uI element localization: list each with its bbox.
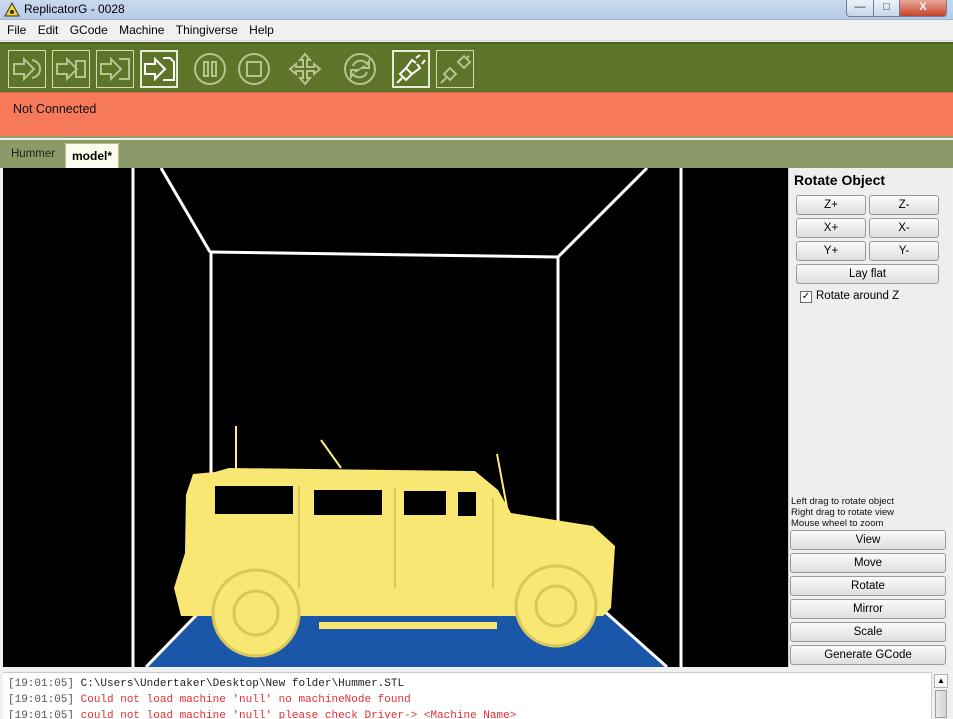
upload-icon bbox=[56, 56, 86, 82]
console-timestamp: [19:01:05] bbox=[8, 694, 75, 706]
console-log[interactable]: [19:01:05] C:\Users\Undertaker\Desktop\N… bbox=[3, 672, 931, 719]
menu-gcode[interactable]: GCode bbox=[66, 20, 112, 37]
rotate-x-plus-button[interactable]: X+ bbox=[796, 218, 866, 238]
upload-button[interactable] bbox=[52, 50, 90, 88]
menu-thingiverse[interactable]: Thingiverse bbox=[172, 20, 242, 37]
console-line: [19:01:05] Could not load machine 'null'… bbox=[8, 694, 411, 706]
connection-status-bar: Not Connected bbox=[0, 92, 953, 138]
toolbar bbox=[0, 42, 953, 92]
menu-help[interactable]: Help bbox=[245, 20, 278, 37]
console-message: could not load machine 'null' please che… bbox=[80, 710, 517, 719]
stop-icon bbox=[238, 53, 270, 85]
rotate-x-minus-button[interactable]: X- bbox=[869, 218, 939, 238]
hint-left-drag: Left drag to rotate object bbox=[791, 496, 894, 507]
console-timestamp: [19:01:05] bbox=[8, 678, 75, 690]
generate-gcode-icon bbox=[144, 56, 175, 82]
console-line: [19:01:05] C:\Users\Undertaker\Desktop\N… bbox=[8, 678, 404, 690]
menu-edit[interactable]: Edit bbox=[34, 20, 63, 37]
panel-title: Rotate Object bbox=[794, 172, 886, 188]
pause-icon bbox=[194, 53, 226, 85]
hint-mouse-wheel: Mouse wheel to zoom bbox=[791, 518, 884, 529]
tab-strip: Hummer model* bbox=[0, 140, 953, 168]
disconnect-icon bbox=[440, 54, 472, 84]
console-message: Could not load machine 'null' no machine… bbox=[80, 694, 411, 706]
connect-icon bbox=[396, 54, 426, 84]
console-timestamp: [19:01:05] bbox=[8, 710, 75, 719]
control-panel-icon bbox=[288, 52, 322, 86]
generate-gcode-mode-button[interactable]: Generate GCode bbox=[790, 645, 946, 665]
title-bar: ReplicatorG - 0028 — □ X bbox=[0, 0, 953, 20]
rotate-z-minus-button[interactable]: Z- bbox=[869, 195, 939, 215]
build-to-file-icon bbox=[100, 56, 130, 82]
rotate-panel: Rotate Object Z+ Z- X+ X- Y+ Y- Lay flat… bbox=[788, 168, 949, 667]
app-logo-icon bbox=[4, 2, 20, 17]
pause-button[interactable] bbox=[191, 50, 229, 88]
view-mode-button[interactable]: View bbox=[790, 530, 946, 550]
build-volume-scene bbox=[131, 168, 683, 667]
scale-mode-button[interactable]: Scale bbox=[790, 622, 946, 642]
menu-file[interactable]: File bbox=[0, 20, 30, 37]
rotate-y-plus-button[interactable]: Y+ bbox=[796, 241, 866, 261]
hint-right-drag: Right drag to rotate view bbox=[791, 507, 894, 518]
mirror-mode-button[interactable]: Mirror bbox=[790, 599, 946, 619]
console-message: C:\Users\Undertaker\Desktop\New folder\H… bbox=[80, 678, 405, 690]
menu-machine[interactable]: Machine bbox=[115, 20, 168, 37]
disconnect-button[interactable] bbox=[436, 50, 474, 88]
build-button[interactable] bbox=[8, 50, 46, 88]
move-mode-button[interactable]: Move bbox=[790, 553, 946, 573]
build-to-file-button[interactable] bbox=[96, 50, 134, 88]
lay-flat-button[interactable]: Lay flat bbox=[796, 264, 939, 284]
scroll-up-icon[interactable]: ▲ bbox=[934, 674, 948, 688]
generate-gcode-button[interactable] bbox=[140, 50, 178, 88]
minimize-button[interactable]: — bbox=[846, 0, 874, 17]
control-panel-button[interactable] bbox=[286, 50, 324, 88]
rotate-z-plus-button[interactable]: Z+ bbox=[796, 195, 866, 215]
reset-icon bbox=[344, 53, 376, 85]
connect-button[interactable] bbox=[392, 50, 430, 88]
console-scrollbar[interactable]: ▲ bbox=[931, 672, 949, 719]
model-viewport[interactable] bbox=[3, 168, 788, 667]
menu-bar: File Edit GCode Machine Thingiverse Help bbox=[0, 20, 953, 41]
console-line: [19:01:05] could not load machine 'null'… bbox=[8, 710, 516, 719]
rotate-around-z-label: Rotate around Z bbox=[816, 290, 900, 302]
maximize-button[interactable]: □ bbox=[873, 0, 900, 17]
connection-status-text: Not Connected bbox=[13, 102, 97, 116]
window-title: ReplicatorG - 0028 bbox=[24, 2, 125, 16]
rotate-y-minus-button[interactable]: Y- bbox=[869, 241, 939, 261]
rotate-around-z-checkbox[interactable]: ✓ bbox=[800, 291, 812, 303]
tab-hummer[interactable]: Hummer bbox=[5, 143, 60, 168]
scroll-thumb[interactable] bbox=[935, 690, 947, 718]
rotate-mode-button[interactable]: Rotate bbox=[790, 576, 946, 596]
reset-button[interactable] bbox=[341, 50, 379, 88]
stop-button[interactable] bbox=[235, 50, 273, 88]
tab-model[interactable]: model* bbox=[65, 143, 119, 168]
build-icon bbox=[13, 56, 42, 82]
close-button[interactable]: X bbox=[899, 0, 947, 17]
